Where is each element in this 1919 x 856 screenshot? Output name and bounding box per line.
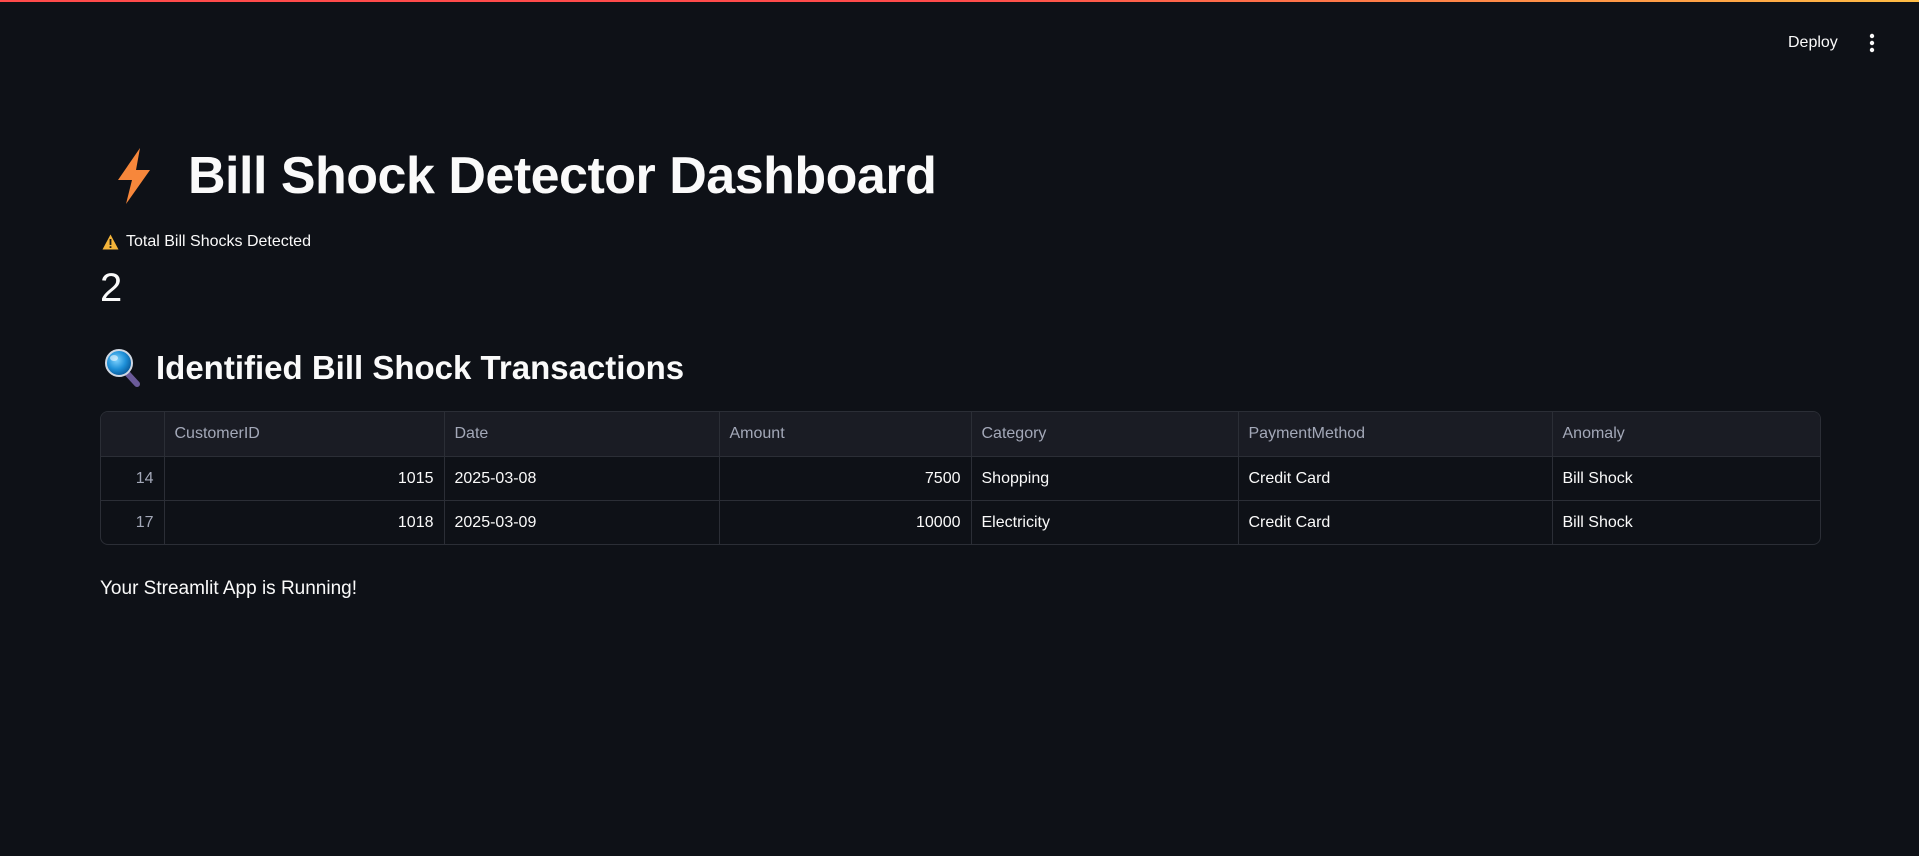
cell-date[interactable]: 2025-03-08 [444,456,720,501]
metric-label-row: Total Bill Shocks Detected [102,233,311,251]
cell-paymentmethod[interactable]: Credit Card [1238,456,1553,501]
row-index[interactable]: 17 [101,500,165,544]
column-header-paymentmethod[interactable]: PaymentMethod [1238,412,1553,457]
table-row: 14 1015 2025-03-08 7500 Shopping Credit … [101,456,1820,501]
table-row: 17 1018 2025-03-09 10000 Electricity Cre… [101,500,1820,545]
section-title-row: Identified Bill Shock Transactions [104,348,684,388]
column-header-date[interactable]: Date [444,412,720,457]
status-message: Your Streamlit App is Running! [100,578,358,599]
lightning-bolt-icon [118,148,150,204]
app-header: Deploy [0,0,1919,72]
cell-anomaly[interactable]: Bill Shock [1552,501,1820,545]
table-header-row: CustomerID Date Amount Category PaymentM… [101,412,1820,457]
cell-amount[interactable]: 7500 [719,456,972,501]
vertical-dots-icon [1869,33,1875,53]
cell-anomaly[interactable]: Bill Shock [1552,456,1820,501]
cell-category[interactable]: Shopping [971,456,1239,501]
main-menu-button[interactable] [1862,30,1882,56]
column-header-customerid[interactable]: CustomerID [164,412,445,457]
deploy-button[interactable]: Deploy [1780,30,1846,56]
cell-customerid[interactable]: 1018 [164,500,445,544]
column-header-amount[interactable]: Amount [719,412,972,457]
cell-category[interactable]: Electricity [971,500,1239,544]
cell-date[interactable]: 2025-03-09 [444,500,720,544]
page-title-row: Bill Shock Detector Dashboard [110,143,937,209]
warning-icon [102,234,119,250]
page-title: Bill Shock Detector Dashboard [188,147,937,205]
column-header-anomaly[interactable]: Anomaly [1552,412,1820,457]
magnifier-icon [105,349,140,387]
cell-customerid[interactable]: 1015 [164,456,445,501]
metric-value: 2 [100,266,123,310]
section-title: Identified Bill Shock Transactions [156,349,685,386]
dataframe-table[interactable]: CustomerID Date Amount Category PaymentM… [100,411,1821,545]
column-header-category[interactable]: Category [971,412,1239,457]
cell-amount[interactable]: 10000 [719,500,972,544]
row-index[interactable]: 14 [101,456,165,501]
cell-paymentmethod[interactable]: Credit Card [1238,500,1553,544]
metric-label: Total Bill Shocks Detected [126,233,311,250]
column-header-index[interactable] [101,412,165,457]
